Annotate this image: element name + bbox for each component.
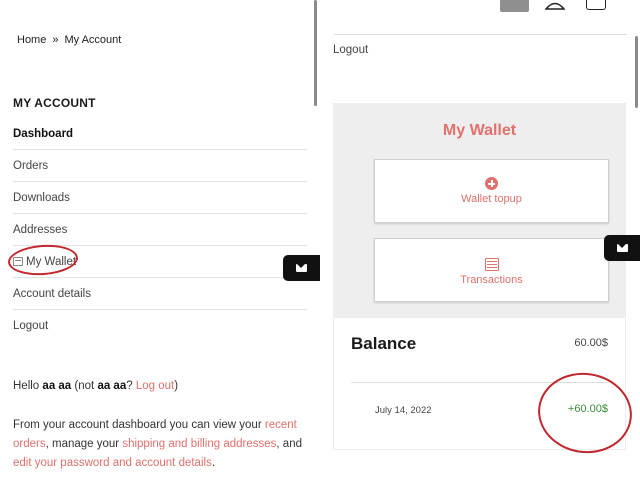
breadcrumb: Home » My Account: [17, 34, 121, 46]
nav-item-logout[interactable]: Logout: [13, 310, 307, 342]
site-logo[interactable]: Handmade: [332, 0, 408, 3]
nav-item-orders[interactable]: Orders: [13, 150, 307, 182]
nav-item-downloads[interactable]: Downloads: [13, 182, 307, 214]
contact-button[interactable]: [283, 255, 320, 281]
envelope-icon: [616, 244, 628, 252]
wallet-title: My Wallet: [442, 122, 517, 139]
nav-item-label: My Wallet: [26, 255, 77, 268]
edit-account-link[interactable]: edit your password and account details: [13, 457, 212, 469]
nav-item-label: Downloads: [13, 191, 70, 204]
greeting-question: ?: [126, 380, 133, 392]
greeting-close: ): [174, 380, 179, 392]
dashboard-text-1: From your account dashboard you can view…: [13, 419, 262, 431]
envelope-icon: [296, 264, 307, 272]
greeting-user: aa aa: [42, 380, 72, 392]
nav-item-label: Orders: [13, 159, 49, 172]
nav-item-my-wallet[interactable]: My Wallet: [13, 246, 307, 278]
greeting-hello: Hello: [13, 380, 40, 392]
wallet-panel: My Wallet Wallet topup Transactions: [333, 103, 626, 318]
wallet-icon: [13, 257, 23, 266]
header-divider: [334, 34, 627, 35]
nav-item-label: Account details: [13, 287, 91, 300]
balance-divider: [351, 382, 609, 383]
menu-button[interactable]: [500, 0, 529, 12]
addresses-link[interactable]: shipping and billing addresses: [122, 438, 276, 450]
breadcrumb-separator: »: [52, 34, 59, 46]
dashboard-text-3: , and: [276, 438, 302, 450]
dashboard-description: From your account dashboard you can view…: [13, 416, 303, 473]
greeting-not: (not: [74, 380, 95, 392]
logout-link[interactable]: Log out: [136, 380, 174, 392]
account-navigation: Dashboard Orders Downloads Addresses My …: [13, 118, 307, 342]
scrollbar[interactable]: [635, 36, 638, 108]
nav-item-account-details[interactable]: Account details: [13, 278, 307, 310]
breadcrumb-home[interactable]: Home: [17, 34, 46, 46]
contact-button[interactable]: [604, 235, 640, 261]
transaction-date: July 14, 2022: [375, 405, 432, 416]
scrollbar[interactable]: [314, 0, 317, 106]
balance-section: Balance 60.00$ July 14, 2022 +60.00$: [333, 318, 626, 450]
breadcrumb-current: My Account: [64, 34, 122, 46]
cart-icon[interactable]: [586, 0, 606, 10]
balance-value: 60.00$: [574, 337, 608, 349]
nav-item-addresses[interactable]: Addresses: [13, 214, 307, 246]
nav-item-label: Dashboard: [13, 127, 74, 140]
list-icon: [484, 257, 499, 271]
account-title: MY ACCOUNT: [13, 96, 96, 110]
balance-label: Balance: [351, 334, 417, 353]
nav-item-label: Addresses: [13, 223, 68, 236]
nav-item-dashboard[interactable]: Dashboard: [13, 118, 307, 150]
user-icon[interactable]: [545, 0, 565, 10]
greeting: Hello aa aa (not aa aa? Log out): [13, 380, 178, 392]
wallet-page-right: Handmade Logout My Wallet Wallet topup T…: [320, 0, 640, 480]
logout-link[interactable]: Logout: [333, 44, 368, 56]
greeting-user-alt: aa aa: [97, 380, 127, 392]
account-page-left: Home » My Account MY ACCOUNT Dashboard Ord…: [0, 0, 320, 480]
wallet-topup-button[interactable]: Wallet topup: [374, 159, 609, 223]
dashboard-text-4: .: [211, 457, 216, 469]
wallet-topup-label: Wallet topup: [461, 193, 522, 205]
nav-item-label: Logout: [13, 320, 49, 332]
dashboard-text-2: , manage your: [45, 438, 120, 450]
transactions-button[interactable]: Transactions: [374, 238, 609, 302]
transaction-amount: +60.00$: [567, 403, 608, 415]
plus-circle-icon: [485, 177, 498, 190]
transactions-label: Transactions: [460, 273, 523, 286]
